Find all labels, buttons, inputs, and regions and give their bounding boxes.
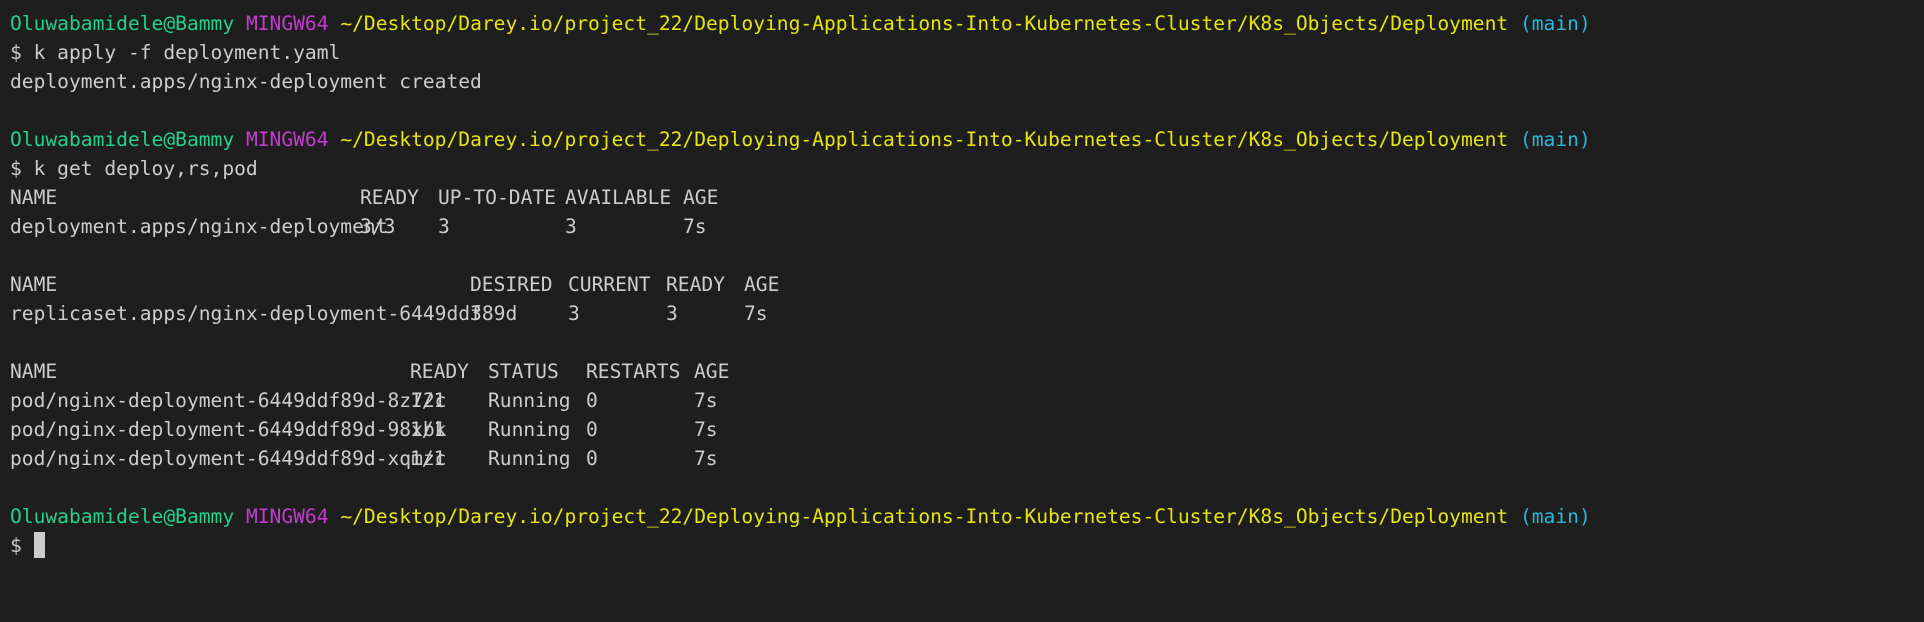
prompt-shell: MINGW64 [245,505,329,528]
cell-ready: 3 [666,302,678,325]
header-age: AGE [744,273,780,296]
prompt-branch: (main) [1519,505,1591,528]
prompt-path: ~/Desktop/Darey.io/project_22/Deploying-… [340,12,1509,35]
prompt-symbol: $ [10,41,22,64]
header-name: NAME [10,360,58,383]
command-line: $ k get deploy,rs,pod [10,154,1924,183]
header-available: AVAILABLE [565,186,672,209]
cell-desired: 3 [470,302,482,325]
prompt-symbol: $ [10,157,22,180]
prompt-branch: (main) [1519,12,1591,35]
cell-restarts: 0 [586,389,598,412]
command-line: $ k apply -f deployment.yaml [10,38,1924,67]
cell-current: 3 [568,302,580,325]
cell-ready: 1/1 [410,447,446,470]
prompt-path: ~/Desktop/Darey.io/project_22/Deploying-… [340,128,1509,151]
cell-ready: 1/1 [410,389,446,412]
header-current: CURRENT [568,273,651,296]
prompt-user: Oluwabamidele@Bammy [10,505,235,528]
header-ready: READY [360,186,419,209]
header-ready: READY [666,273,725,296]
cell-age: 7s [744,302,768,325]
header-status: STATUS [488,360,559,383]
cell-status: Running [488,389,571,412]
terminal-window[interactable]: Oluwabamidele@Bammy MINGW64 ~/Desktop/Da… [0,0,1924,622]
prompt-line: Oluwabamidele@Bammy MINGW64 ~/Desktop/Da… [10,125,1924,154]
prompt-branch: (main) [1519,128,1591,151]
deployments-header-row: NAME READY UP-TO-DATE AVAILABLE AGE [10,183,1924,212]
table-row: pod/nginx-deployment-6449ddf89d-xqmzc 1/… [10,444,1924,473]
header-age: AGE [694,360,730,383]
text-cursor[interactable] [33,532,45,558]
header-desired: DESIRED [470,273,553,296]
pods-header-row: NAME READY STATUS RESTARTS AGE [10,357,1924,386]
header-restarts: RESTARTS [586,360,681,383]
table-row: deployment.apps/nginx-deployment 3/3 3 3… [10,212,1924,241]
table-row: replicaset.apps/nginx-deployment-6449ddf… [10,299,1924,328]
cell-ready: 1/1 [410,418,446,441]
command-text: k get deploy,rs,pod [33,157,258,180]
header-name: NAME [10,273,58,296]
cell-status: Running [488,418,571,441]
cell-name: deployment.apps/nginx-deployment [10,215,388,238]
prompt-symbol: $ [10,534,22,557]
cell-age: 7s [694,447,718,470]
header-ready: READY [410,360,469,383]
cell-ready: 3/3 [360,215,396,238]
replicasets-header-row: NAME DESIRED CURRENT READY AGE [10,270,1924,299]
command-output: deployment.apps/nginx-deployment created [10,70,482,93]
table-row: pod/nginx-deployment-6449ddf89d-8z72c 1/… [10,386,1924,415]
header-up-to-date: UP-TO-DATE [438,186,556,209]
cell-available: 3 [565,215,577,238]
cell-name: pod/nginx-deployment-6449ddf89d-98xbk [10,418,447,441]
header-age: AGE [683,186,719,209]
cell-up-to-date: 3 [438,215,450,238]
table-row: pod/nginx-deployment-6449ddf89d-98xbk 1/… [10,415,1924,444]
cell-restarts: 0 [586,447,598,470]
cell-name: replicaset.apps/nginx-deployment-6449ddf… [10,302,518,325]
prompt-user: Oluwabamidele@Bammy [10,128,235,151]
cell-restarts: 0 [586,418,598,441]
input-line[interactable]: $ [10,531,1924,560]
header-name: NAME [10,186,58,209]
prompt-shell: MINGW64 [245,128,329,151]
cell-status: Running [488,447,571,470]
cell-age: 7s [683,215,707,238]
prompt-line: Oluwabamidele@Bammy MINGW64 ~/Desktop/Da… [10,502,1924,531]
prompt-shell: MINGW64 [245,12,329,35]
cell-name: pod/nginx-deployment-6449ddf89d-8z72c [10,389,447,412]
prompt-path: ~/Desktop/Darey.io/project_22/Deploying-… [340,505,1509,528]
prompt-user: Oluwabamidele@Bammy [10,12,235,35]
cell-age: 7s [694,389,718,412]
cell-name: pod/nginx-deployment-6449ddf89d-xqmzc [10,447,447,470]
prompt-line: Oluwabamidele@Bammy MINGW64 ~/Desktop/Da… [10,9,1924,38]
cell-age: 7s [694,418,718,441]
command-text: k apply -f deployment.yaml [33,41,341,64]
